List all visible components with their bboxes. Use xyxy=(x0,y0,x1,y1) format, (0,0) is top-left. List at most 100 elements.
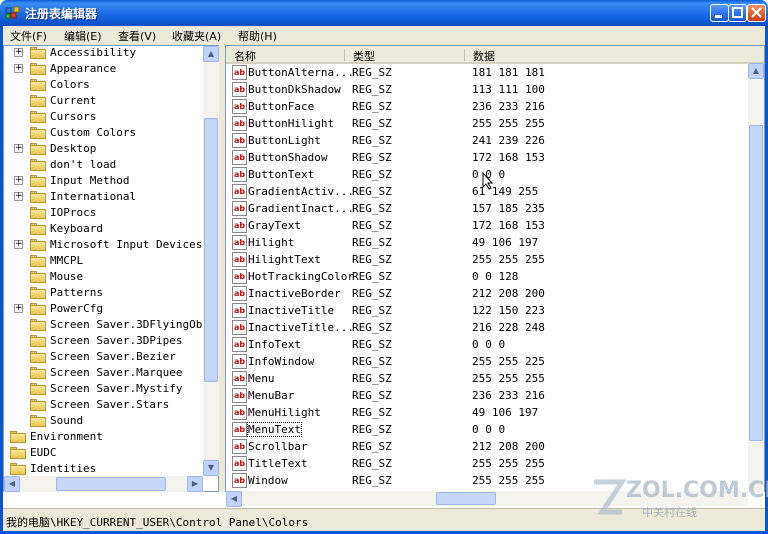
expand-icon[interactable]: + xyxy=(14,144,23,153)
value-row[interactable]: ab Hilight REG_SZ 49 106 197 xyxy=(226,234,746,251)
tree-item[interactable]: Screen Saver.Bezier xyxy=(4,349,204,365)
tree-item[interactable]: Cursors xyxy=(4,109,204,125)
value-row[interactable]: ab TitleText REG_SZ 255 255 255 xyxy=(226,455,746,472)
scroll-right-icon[interactable]: ▶ xyxy=(187,476,203,492)
value-name: ButtonShadow xyxy=(248,151,328,164)
expand-icon[interactable]: + xyxy=(14,176,23,185)
tree-item[interactable]: MMCPL xyxy=(4,253,204,269)
tree-hscroll-thumb[interactable] xyxy=(56,477,166,491)
string-value-icon: ab xyxy=(232,337,247,352)
value-row[interactable]: ab Menu REG_SZ 255 255 255 xyxy=(226,370,746,387)
tree-item[interactable]: + Desktop xyxy=(4,141,204,157)
column-header-name[interactable]: 名称 xyxy=(234,48,256,64)
value-row[interactable]: ab ButtonAlterna... REG_SZ 181 181 181 xyxy=(226,64,746,81)
tree-item[interactable]: + Input Method xyxy=(4,173,204,189)
tree-item[interactable]: + Appearance xyxy=(4,61,204,77)
scroll-up-icon[interactable]: ▲ xyxy=(203,46,219,62)
value-row[interactable]: ab MenuHilight REG_SZ 49 106 197 xyxy=(226,404,746,421)
menu-help[interactable]: 帮助(H) xyxy=(238,28,277,44)
value-row[interactable]: ab GrayText REG_SZ 172 168 153 xyxy=(226,217,746,234)
value-row[interactable]: ab InactiveBorder REG_SZ 212 208 200 xyxy=(226,285,746,302)
scroll-down-icon[interactable]: ▼ xyxy=(203,460,219,476)
value-row[interactable]: ab ButtonLight REG_SZ 241 239 226 xyxy=(226,132,746,149)
list-vertical-scrollbar[interactable]: ▲ xyxy=(748,63,764,492)
value-row[interactable]: ab InactiveTitle REG_SZ 122 150 223 xyxy=(226,302,746,319)
column-separator[interactable] xyxy=(344,49,345,61)
watermark-text: ZOL.COM.CN xyxy=(626,478,768,503)
tree-item[interactable]: Identities xyxy=(4,461,204,477)
menu-file[interactable]: 文件(F) xyxy=(10,28,47,44)
tree-item[interactable]: Patterns xyxy=(4,285,204,301)
tree-horizontal-scrollbar[interactable]: ◀ ▶ xyxy=(4,476,203,492)
tree-item[interactable]: Screen Saver.Marquee xyxy=(4,365,204,381)
tree-item[interactable]: Screen Saver.3DPipes xyxy=(4,333,204,349)
value-row[interactable]: ab ButtonDkShadow REG_SZ 113 111 100 xyxy=(226,81,746,98)
tree-item-label: Mouse xyxy=(50,270,84,283)
tree-item[interactable]: Colors xyxy=(4,77,204,93)
close-button[interactable] xyxy=(747,4,766,22)
value-row[interactable]: ab Scrollbar REG_SZ 212 208 200 xyxy=(226,438,746,455)
tree-item[interactable]: Custom Colors xyxy=(4,125,204,141)
title-bar[interactable]: 注册表编辑器 xyxy=(0,0,768,26)
folder-icon xyxy=(10,447,26,459)
tree-item[interactable]: Screen Saver.Mystify xyxy=(4,381,204,397)
tree-item[interactable]: Environment xyxy=(4,429,204,445)
value-row[interactable]: ab MenuText REG_SZ 0 0 0 xyxy=(226,421,746,438)
tree-item[interactable]: Current xyxy=(4,93,204,109)
value-data: 113 111 100 xyxy=(472,83,545,96)
value-row[interactable]: ab ButtonShadow REG_SZ 172 168 153 xyxy=(226,149,746,166)
expand-icon[interactable]: + xyxy=(14,240,23,249)
tree-item[interactable]: Keyboard xyxy=(4,221,204,237)
tree-item[interactable]: EUDC xyxy=(4,445,204,461)
value-row[interactable]: ab InfoWindow REG_SZ 255 255 225 xyxy=(226,353,746,370)
menu-favorites[interactable]: 收藏夹(A) xyxy=(172,28,221,44)
scroll-left-icon[interactable]: ◀ xyxy=(226,491,242,507)
value-row[interactable]: ab MenuBar REG_SZ 236 233 216 xyxy=(226,387,746,404)
value-data: 172 168 153 xyxy=(472,219,545,232)
value-list[interactable]: 名称 类型 数据 ab ButtonAlterna... REG_SZ 181 181… xyxy=(225,45,765,492)
expand-icon[interactable]: + xyxy=(14,48,23,57)
registry-tree[interactable]: + Accessibility + Appearance Colors Current Cu… xyxy=(3,45,219,492)
tree-item[interactable]: + Accessibility xyxy=(4,46,204,61)
tree-item[interactable]: Sound xyxy=(4,413,204,429)
value-row[interactable]: ab ButtonFace REG_SZ 236 233 216 xyxy=(226,98,746,115)
value-type: REG_SZ xyxy=(352,338,392,351)
scroll-up-icon[interactable]: ▲ xyxy=(748,63,764,79)
value-row[interactable]: ab InfoText REG_SZ 0 0 0 xyxy=(226,336,746,353)
tree-item-label: Cursors xyxy=(50,110,97,123)
folder-icon xyxy=(30,95,46,107)
expand-icon[interactable]: + xyxy=(14,192,23,201)
list-hscroll-thumb[interactable] xyxy=(436,492,496,505)
menu-view[interactable]: 查看(V) xyxy=(118,28,156,44)
value-row[interactable]: ab HilightText REG_SZ 255 255 255 xyxy=(226,251,746,268)
value-row[interactable]: ab GradientInact... REG_SZ 157 185 235 xyxy=(226,200,746,217)
maximize-button[interactable] xyxy=(728,4,747,22)
tree-item[interactable]: Mouse xyxy=(4,269,204,285)
tree-scroll-thumb[interactable] xyxy=(204,118,218,382)
value-row[interactable]: ab InactiveTitle... REG_SZ 216 228 248 xyxy=(226,319,746,336)
value-row[interactable]: ab ButtonHilight REG_SZ 255 255 255 xyxy=(226,115,746,132)
column-header-data[interactable]: 数据 xyxy=(473,48,495,64)
expand-icon[interactable]: + xyxy=(14,64,23,73)
tree-item[interactable]: don't load xyxy=(4,157,204,173)
value-data: 0 0 128 xyxy=(472,270,519,283)
scroll-left-icon[interactable]: ◀ xyxy=(4,476,20,492)
tree-vertical-scrollbar[interactable]: ▲ ▼ xyxy=(203,46,219,476)
menu-edit[interactable]: 编辑(E) xyxy=(64,28,102,44)
value-row[interactable]: ab HotTrackingColor REG_SZ 0 0 128 xyxy=(226,268,746,285)
minimize-button[interactable] xyxy=(710,4,729,22)
tree-item[interactable]: + Microsoft Input Devices xyxy=(4,237,204,253)
tree-item[interactable]: IOProcs xyxy=(4,205,204,221)
list-scroll-thumb[interactable] xyxy=(749,125,763,441)
tree-item[interactable]: Screen Saver.Stars xyxy=(4,397,204,413)
string-value-icon: ab xyxy=(232,235,247,250)
value-data: 236 233 216 xyxy=(472,389,545,402)
folder-icon xyxy=(10,463,26,475)
column-header-type[interactable]: 类型 xyxy=(353,48,375,64)
column-separator[interactable] xyxy=(464,49,465,61)
tree-item[interactable]: + International xyxy=(4,189,204,205)
string-value-icon: ab xyxy=(232,286,247,301)
tree-item[interactable]: Screen Saver.3DFlyingObj xyxy=(4,317,209,333)
tree-item[interactable]: + PowerCfg xyxy=(4,301,204,317)
expand-icon[interactable]: + xyxy=(14,304,23,313)
